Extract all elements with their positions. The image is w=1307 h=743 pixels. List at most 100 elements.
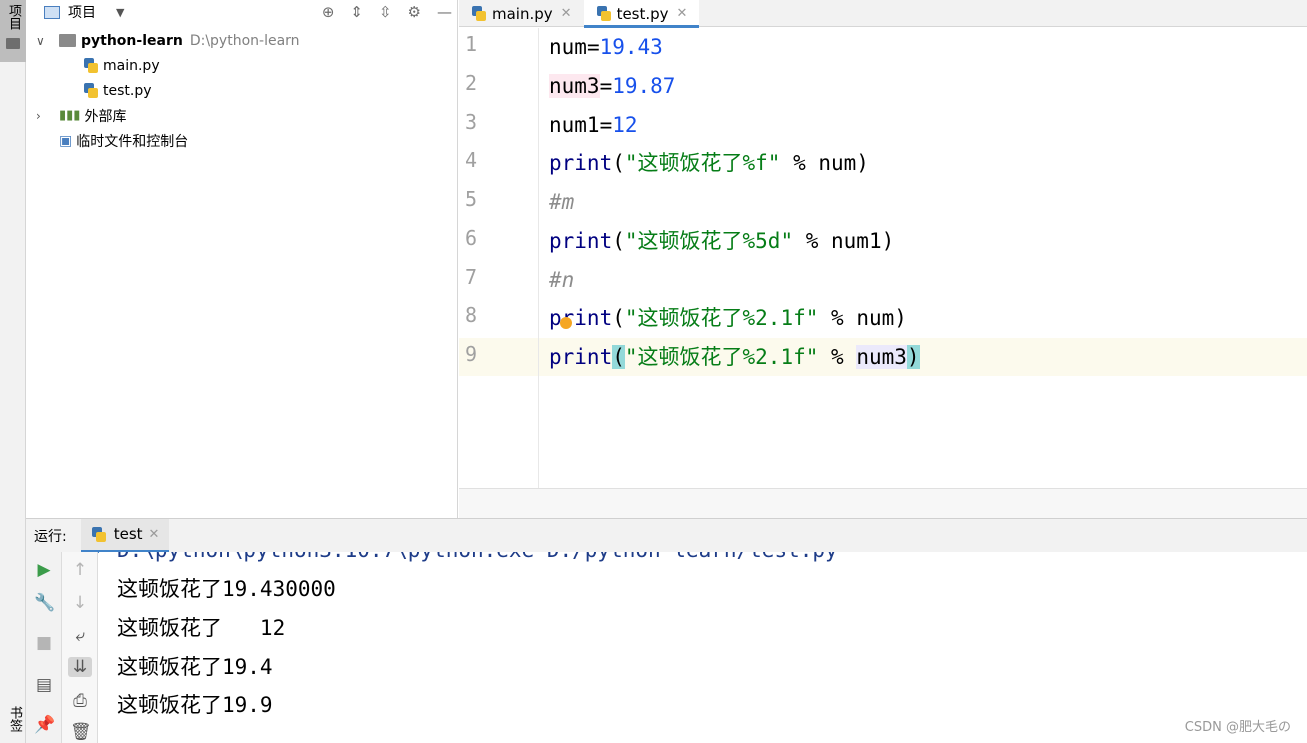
lightbulb-icon[interactable] (560, 317, 572, 329)
code-line-2: num3=19.87 (549, 67, 675, 105)
tree-item-label: 外部库 (84, 108, 127, 125)
code-token: = (599, 113, 613, 137)
line-gutter: 1 2 3 4 5 6 7 8 9 (459, 28, 539, 488)
run-panel-header: 运行: test ✕ (26, 518, 1307, 553)
tree-item-python-learn[interactable]: ∨ python-learn D:\python-learn (26, 28, 458, 53)
left-tool-strip: 项目 书签 (0, 0, 26, 743)
code-token: % num) (780, 151, 869, 175)
arrow-up-icon[interactable]: ↑ (70, 560, 90, 580)
stop-icon[interactable]: ■ (34, 633, 54, 653)
code-line-8: print("这顿饭花了%2.1f" % num) (549, 299, 907, 337)
run-toolbar-primary: ▶ 🔧 ■ ▤ 📌 (26, 552, 62, 743)
console-output-line: 这顿饭花了19.4 (117, 655, 273, 679)
code-token: num3 (549, 74, 600, 98)
python-file-icon (91, 526, 106, 542)
console-output-line: 这顿饭花了19.430000 (117, 577, 336, 601)
expand-all-icon[interactable]: ⇕ (350, 3, 363, 21)
tree-item-main-py[interactable]: main.py (26, 53, 458, 78)
code-token: ( (612, 306, 625, 330)
code-token: % (818, 345, 857, 369)
collapse-all-icon[interactable]: ⇳ (379, 3, 392, 21)
code-line-4: print("这顿饭花了%f" % num) (549, 144, 869, 182)
code-token: ( (612, 229, 625, 253)
code-editor[interactable]: 1 2 3 4 5 6 7 8 9 num=19.43 num3=19.87 n… (459, 28, 1307, 488)
tab-label: main.py (492, 4, 553, 23)
project-tool-tab-label: 项目 (6, 4, 21, 30)
line-number: 4 (465, 148, 478, 172)
line-number: 7 (465, 265, 478, 289)
wrench-icon[interactable]: 🔧 (34, 593, 55, 613)
code-token: % num) (818, 306, 907, 330)
line-number: 5 (465, 187, 478, 211)
code-token: 19.87 (612, 74, 676, 98)
trash-icon[interactable]: 🗑 (70, 722, 92, 742)
chevron-down-icon[interactable]: ∨ (36, 34, 45, 48)
code-token: #n (549, 268, 575, 292)
line-number: 6 (465, 226, 478, 250)
project-tree: ∨ python-learn D:\python-learn main.py t… (26, 28, 458, 153)
code-token: num1 (549, 113, 600, 137)
scratches-icon: ▣ (59, 132, 73, 149)
code-line-5: #m (549, 183, 574, 221)
project-panel: 项目 ▼ ⊕ ⇕ ⇳ ⚙ — ∨ python-learn D:\python-… (26, 0, 458, 518)
code-token: print (549, 345, 613, 369)
code-line-6: print("这顿饭花了%5d" % num1) (549, 222, 894, 260)
minimize-icon[interactable]: — (437, 3, 452, 21)
python-file-icon (471, 6, 486, 21)
arrow-down-icon[interactable]: ↓ (70, 593, 90, 613)
close-icon[interactable]: ✕ (149, 527, 160, 542)
code-token: num3 (856, 345, 907, 369)
close-icon[interactable]: ✕ (561, 6, 572, 21)
console-output-line: 这顿饭花了 12 (117, 616, 286, 640)
run-console[interactable]: D:\python\python3.10.7\python.exe D:/pyt… (99, 552, 1307, 743)
line-number: 8 (465, 303, 478, 327)
locate-icon[interactable]: ⊕ (322, 3, 335, 21)
line-number: 2 (465, 71, 478, 95)
watermark: CSDN @肥大毛の (1184, 720, 1291, 735)
folder-icon (6, 38, 20, 49)
console-output-line: 这顿饭花了19.9 (117, 693, 273, 717)
close-icon[interactable]: ✕ (677, 6, 688, 21)
layout-icon[interactable]: ▤ (34, 675, 54, 695)
tab-main-py[interactable]: main.py ✕ (459, 0, 584, 27)
python-file-icon (83, 83, 98, 98)
tree-item-label: 临时文件和控制台 (76, 133, 189, 150)
print-icon[interactable]: ⎙ (70, 691, 90, 711)
bookmark-tool-tab[interactable]: 书签 (0, 700, 26, 743)
gear-icon[interactable]: ⚙ (408, 3, 421, 21)
chevron-down-icon[interactable]: ▼ (116, 6, 124, 19)
tree-item-label: test.py (103, 82, 152, 99)
tree-item-external-libraries[interactable]: › ▮▮▮ 外部库 (26, 103, 458, 128)
project-tool-tab[interactable]: 项目 (0, 0, 26, 62)
code-token: print (549, 306, 613, 330)
code-token: = (599, 74, 613, 98)
code-line-1: num=19.43 (549, 28, 663, 66)
code-token: "这顿饭花了%2.1f" (624, 306, 819, 330)
code-token: ( (612, 345, 625, 369)
run-icon[interactable]: ▶ (34, 560, 54, 580)
code-token: ) (906, 345, 920, 369)
code-token: 19.43 (599, 35, 663, 59)
tab-test-py[interactable]: test.py ✕ (583, 0, 700, 28)
tree-item-test-py[interactable]: test.py (26, 78, 458, 103)
run-tab-test[interactable]: test ✕ (80, 518, 170, 553)
pin-icon[interactable]: 📌 (34, 715, 55, 735)
soft-wrap-icon[interactable]: ⤶ (70, 626, 90, 646)
tree-item-label: python-learn (81, 32, 183, 49)
code-token: num (549, 35, 587, 59)
project-panel-title[interactable]: 项目 (68, 2, 96, 22)
editor-tab-bar: main.py ✕ test.py ✕ (459, 0, 1307, 28)
line-number: 3 (465, 110, 478, 134)
code-line-7: #n (549, 261, 574, 299)
tree-item-scratches[interactable]: ▣ 临时文件和控制台 (26, 128, 458, 153)
chevron-right-icon[interactable]: › (36, 109, 41, 123)
run-toolbar-secondary: ↑ ↓ ⤶ ⇊ ⎙ 🗑 (62, 552, 98, 743)
code-token: "这顿饭花了%5d" (624, 229, 794, 253)
code-token: = (586, 35, 600, 59)
python-file-icon (596, 6, 611, 21)
code-token: print (549, 229, 613, 253)
tree-item-path: D:\python-learn (189, 32, 300, 49)
tree-item-label: main.py (103, 57, 160, 74)
scroll-to-end-icon[interactable]: ⇊ (68, 657, 92, 677)
line-number: 1 (465, 32, 478, 56)
